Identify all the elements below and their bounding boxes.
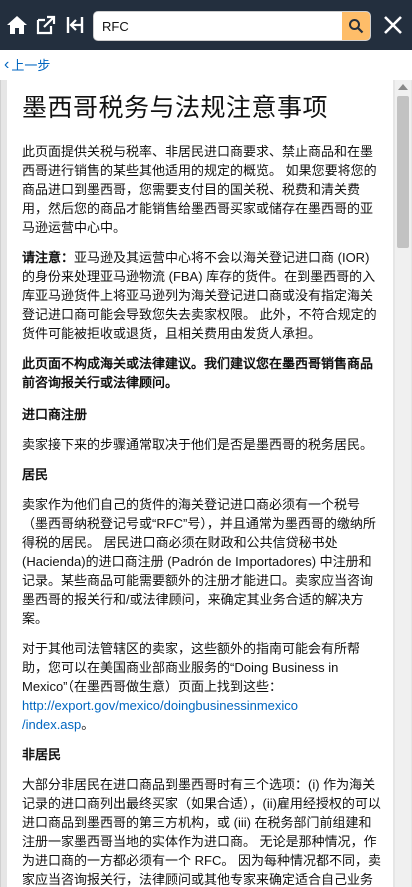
scrollbar-thumb[interactable]: [397, 96, 409, 248]
guide-text: 对于其他司法管辖区的卖家，这些额外的指南可能会有所帮助，您可以在美国商业部商业服…: [22, 641, 361, 694]
export-gov-link[interactable]: http://export.gov/mexico/doingbusinessin…: [22, 698, 298, 732]
scroll-up-arrow-icon[interactable]: [398, 84, 408, 90]
vertical-scrollbar[interactable]: [395, 80, 411, 887]
search-input[interactable]: [94, 12, 344, 40]
help-frame: 墨西哥税务与法规注意事项 此页面提供关税与税率、非居民进口商要求、禁止商品和在墨…: [0, 80, 412, 887]
home-button[interactable]: [3, 8, 31, 42]
intro-paragraph: 此页面提供关税与税率、非居民进口商要求、禁止商品和在墨西哥进行销售的某些其他适用…: [22, 144, 377, 235]
back-row: ‹ 上一步: [0, 50, 412, 78]
top-toolbar: [0, 0, 412, 50]
close-button[interactable]: [378, 10, 408, 40]
back-label: 上一步: [11, 58, 51, 73]
importer-paragraph: 卖家接下来的步骤通常取决于他们是否是墨西哥的税务居民。: [22, 437, 374, 452]
export-gov-link-line2: /index.asp: [22, 717, 82, 732]
nonresident-paragraph: 大部分非居民在进口商品到墨西哥时有三个选项：(i) 作为海关记录的进口商列出最终…: [22, 777, 381, 887]
disclaimer-paragraph: 此页面不构成海关或法律建议。我们建议您在墨西哥销售商品前咨询报关行或法律顾问。: [22, 356, 374, 390]
guide-end: 。: [81, 717, 95, 732]
section-heading-importer: 进口商注册: [22, 407, 88, 422]
open-external-button[interactable]: [32, 8, 60, 42]
notice-text: 亚马逊及其运营中心将不会以海关登记进口商 (IOR) 的身份来处理亚马逊物流 (…: [22, 250, 377, 341]
section-heading-nonresident: 非居民: [22, 747, 62, 762]
guide-paragraph: 对于其他司法管辖区的卖家，这些额外的指南可能会有所帮助，您可以在美国商业部商业服…: [22, 639, 381, 734]
section-heading-resident: 居民: [22, 467, 49, 482]
collapse-button[interactable]: [61, 8, 89, 42]
page-title: 墨西哥税务与法规注意事项: [22, 93, 329, 122]
resident-paragraph: 卖家作为他们自己的货件的海关登记进口商必须有一个税号（墨西哥纳税登记号或“RFC…: [22, 497, 376, 626]
back-link[interactable]: ‹ 上一步: [4, 55, 50, 74]
home-icon: [7, 16, 27, 34]
article: 墨西哥税务与法规注意事项 此页面提供关税与税率、非居民进口商要求、禁止商品和在墨…: [7, 80, 393, 887]
notice-paragraph: 请注意：亚马逊及其运营中心将不会以海关登记进口商 (IOR) 的身份来处理亚马逊…: [22, 248, 381, 343]
search-icon: [349, 19, 364, 34]
notice-label: 请注意：: [22, 250, 75, 265]
chevron-left-icon: ‹: [4, 55, 10, 73]
search-box: [93, 11, 371, 41]
close-icon: [384, 16, 402, 34]
search-button[interactable]: [342, 12, 370, 40]
article-pane: 墨西哥税务与法规注意事项 此页面提供关税与税率、非居民进口商要求、禁止商品和在墨…: [7, 80, 393, 887]
open-external-icon: [36, 15, 56, 35]
export-gov-link-line1: http://export.gov/mexico/doingbusinessin…: [22, 698, 299, 713]
collapse-icon: [66, 17, 84, 33]
